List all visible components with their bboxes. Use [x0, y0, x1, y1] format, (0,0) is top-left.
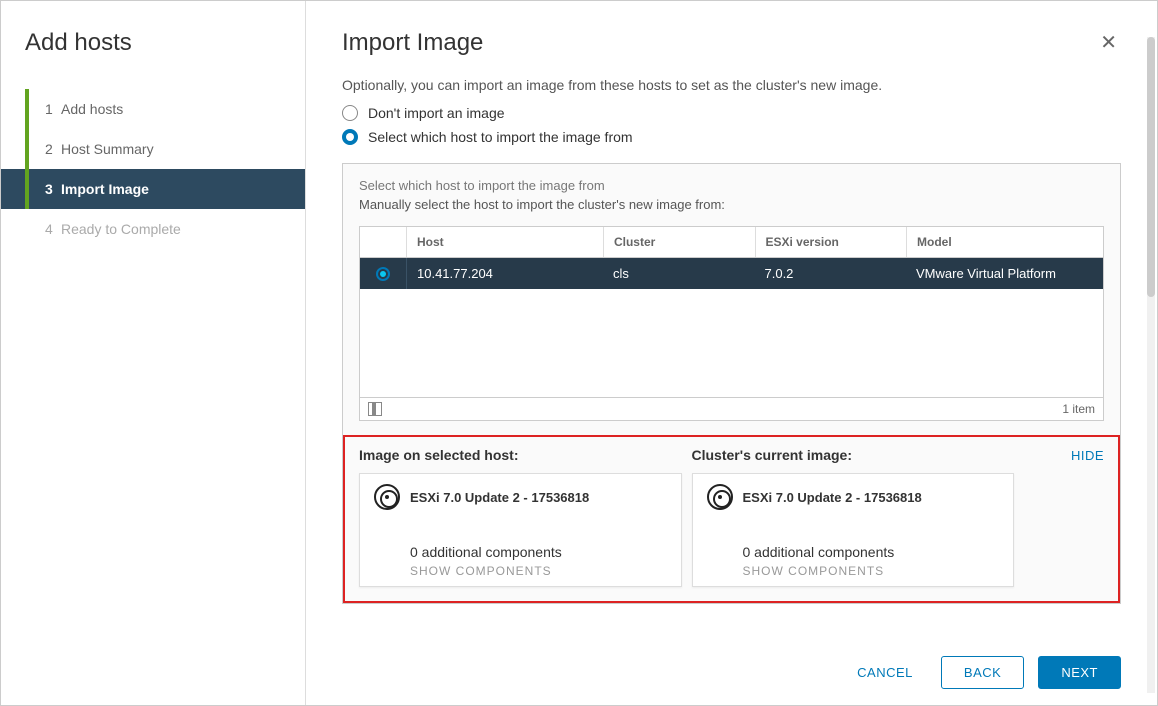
dialog-root: Add hosts 1 Add hosts 2 Host Summary 3 I… [1, 1, 1157, 705]
wizard-footer: CANCEL BACK NEXT [342, 638, 1121, 689]
next-button[interactable]: NEXT [1038, 656, 1121, 689]
step-ready-complete: 4 Ready to Complete [1, 209, 305, 249]
components-count: 0 additional components [410, 544, 667, 560]
left-compare-label: Image on selected host: [359, 447, 692, 463]
step-label: Ready to Complete [53, 221, 181, 237]
th-select [360, 234, 406, 250]
card-body: 0 additional components SHOW COMPONENTS [707, 544, 1000, 578]
column-picker-icon[interactable] [368, 402, 382, 416]
th-model[interactable]: Model [906, 227, 1103, 257]
radio-icon [342, 129, 358, 145]
close-icon[interactable]: ✕ [1096, 29, 1121, 57]
intro-text: Optionally, you can import an image from… [342, 77, 1121, 93]
disc-icon [707, 484, 733, 510]
back-button[interactable]: BACK [941, 656, 1024, 689]
radio-icon [342, 105, 358, 121]
cell-host: 10.41.77.204 [406, 258, 603, 289]
table-empty-space [360, 289, 1103, 397]
th-cluster[interactable]: Cluster [603, 227, 755, 257]
wizard-title: Add hosts [1, 29, 305, 89]
table-header-row: Host Cluster ESXi version Model [360, 227, 1103, 258]
host-table: Host Cluster ESXi version Model 10.41.77… [359, 226, 1104, 421]
content-header: Import Image ✕ [342, 29, 1121, 57]
image-compare-highlight: Image on selected host: Cluster's curren… [343, 435, 1120, 603]
th-host[interactable]: Host [406, 227, 603, 257]
cell-esxi: 7.0.2 [755, 258, 907, 289]
cell-model: VMware Virtual Platform [906, 258, 1103, 289]
card-title: ESXi 7.0 Update 2 - 17536818 [743, 490, 922, 505]
card-body: 0 additional components SHOW COMPONENTS [374, 544, 667, 578]
step-number: 2 [31, 141, 53, 157]
card-header: ESXi 7.0 Update 2 - 17536818 [707, 484, 1000, 510]
panel-title: Select which host to import the image fr… [359, 178, 1104, 193]
hide-link[interactable]: HIDE [1024, 448, 1104, 463]
step-label: Add hosts [53, 101, 123, 117]
card-cluster-image: ESXi 7.0 Update 2 - 17536818 0 additiona… [692, 473, 1015, 587]
cancel-button[interactable]: CANCEL [843, 657, 927, 688]
compare-cards: ESXi 7.0 Update 2 - 17536818 0 additiona… [359, 473, 1104, 587]
radio-label: Don't import an image [368, 105, 505, 121]
compare-spacer [1024, 473, 1104, 587]
card-title: ESXi 7.0 Update 2 - 17536818 [410, 490, 589, 505]
card-header: ESXi 7.0 Update 2 - 17536818 [374, 484, 667, 510]
row-radio-icon [376, 267, 390, 281]
step-number: 4 [31, 221, 53, 237]
step-label: Import Image [53, 181, 149, 197]
wizard-sidebar: Add hosts 1 Add hosts 2 Host Summary 3 I… [1, 1, 306, 705]
cell-cluster: cls [603, 258, 755, 289]
wizard-content: Import Image ✕ Optionally, you can impor… [306, 1, 1157, 705]
step-add-hosts[interactable]: 1 Add hosts [1, 89, 305, 129]
radio-select-host[interactable]: Select which host to import the image fr… [342, 129, 1121, 145]
step-number: 1 [31, 101, 53, 117]
row-radio-cell[interactable] [360, 259, 406, 289]
host-select-panel: Select which host to import the image fr… [342, 163, 1121, 604]
item-count: 1 item [1062, 402, 1095, 416]
show-components-link[interactable]: SHOW COMPONENTS [410, 564, 667, 578]
table-footer: 1 item [360, 397, 1103, 420]
wizard-steps: 1 Add hosts 2 Host Summary 3 Import Imag… [1, 89, 305, 249]
step-number: 3 [31, 181, 53, 197]
table-row[interactable]: 10.41.77.204 cls 7.0.2 VMware Virtual Pl… [360, 258, 1103, 289]
panel-subtitle: Manually select the host to import the c… [359, 197, 1104, 212]
show-components-link[interactable]: SHOW COMPONENTS [743, 564, 1000, 578]
compare-header: Image on selected host: Cluster's curren… [359, 447, 1104, 463]
card-host-image: ESXi 7.0 Update 2 - 17536818 0 additiona… [359, 473, 682, 587]
radio-label: Select which host to import the image fr… [368, 129, 633, 145]
step-host-summary[interactable]: 2 Host Summary [1, 129, 305, 169]
page-title: Import Image [342, 29, 483, 57]
components-count: 0 additional components [743, 544, 1000, 560]
step-import-image[interactable]: 3 Import Image [1, 169, 305, 209]
disc-icon [374, 484, 400, 510]
right-compare-label: Cluster's current image: [692, 447, 1025, 463]
scrollbar-thumb[interactable] [1147, 37, 1155, 297]
step-label: Host Summary [53, 141, 154, 157]
radio-dont-import[interactable]: Don't import an image [342, 105, 1121, 121]
th-esxi[interactable]: ESXi version [755, 227, 907, 257]
